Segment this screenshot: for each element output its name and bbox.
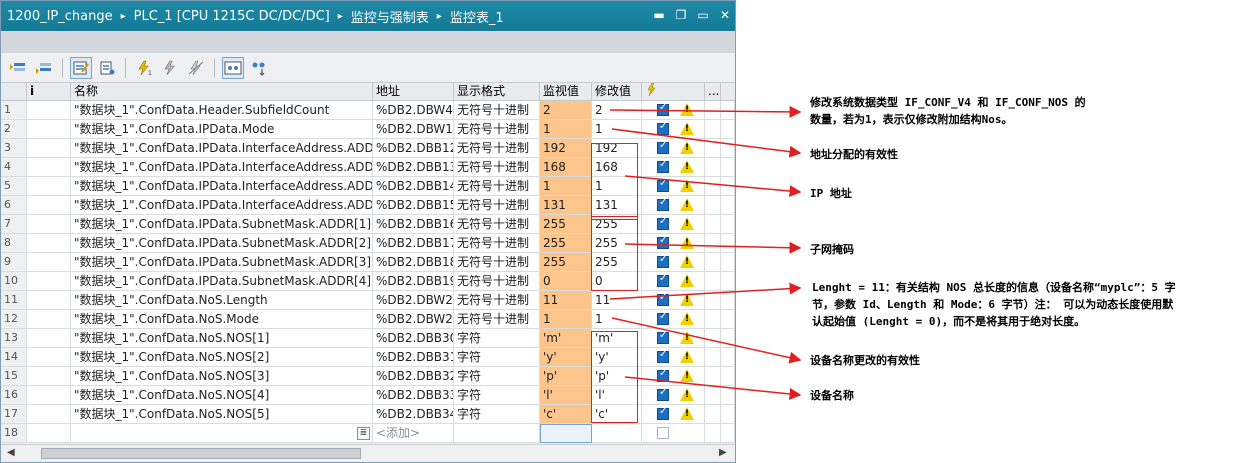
annotation-subfield-count: 修改系统数据类型 IF_CONF_V4 和 IF_CONF_NOS 的 数量，若… (810, 94, 1086, 128)
arrow-nos-mode (611, 317, 802, 364)
arrow-ip-address (624, 175, 802, 198)
arrow-subnet-mask (624, 241, 802, 254)
arrow-nos-length (609, 282, 802, 300)
annotation-ip-address: IP 地址 (810, 187, 852, 200)
annotation-arrows (609, 105, 802, 400)
annotation-line: 修改系统数据类型 IF_CONF_V4 和 IF_CONF_NOS 的 (810, 96, 1086, 109)
annotation-line: 认起始值 (Lenght = 0)，而不是将其用于绝对长度。 (812, 315, 1086, 328)
annotation-ip-mode: 地址分配的有效性 (810, 148, 898, 161)
annotation-subnet-mask: 子网掩码 (810, 243, 854, 256)
arrow-device-name (624, 376, 802, 400)
annotation-line: Lenght = 11：有关结构 NOS 总长度的信息（设备名称“myplc”：… (812, 281, 1176, 294)
annotation-nos-mode: 设备名称更改的有效性 (810, 354, 920, 367)
arrow-subfield-count (609, 105, 802, 118)
annotation-line: 节，参数 Id、Length 和 Mode：6 字节）注： 可以为动态长度使用默 (812, 298, 1174, 311)
arrow-ip-mode (611, 128, 802, 158)
annotation-device-name: 设备名称 (810, 389, 854, 402)
annotation-line: 数量，若为1，表示仅修改附加结构Nos。 (810, 113, 1013, 126)
annotation-nos-length: Lenght = 11：有关结构 NOS 总长度的信息（设备名称“myplc”：… (812, 279, 1176, 330)
